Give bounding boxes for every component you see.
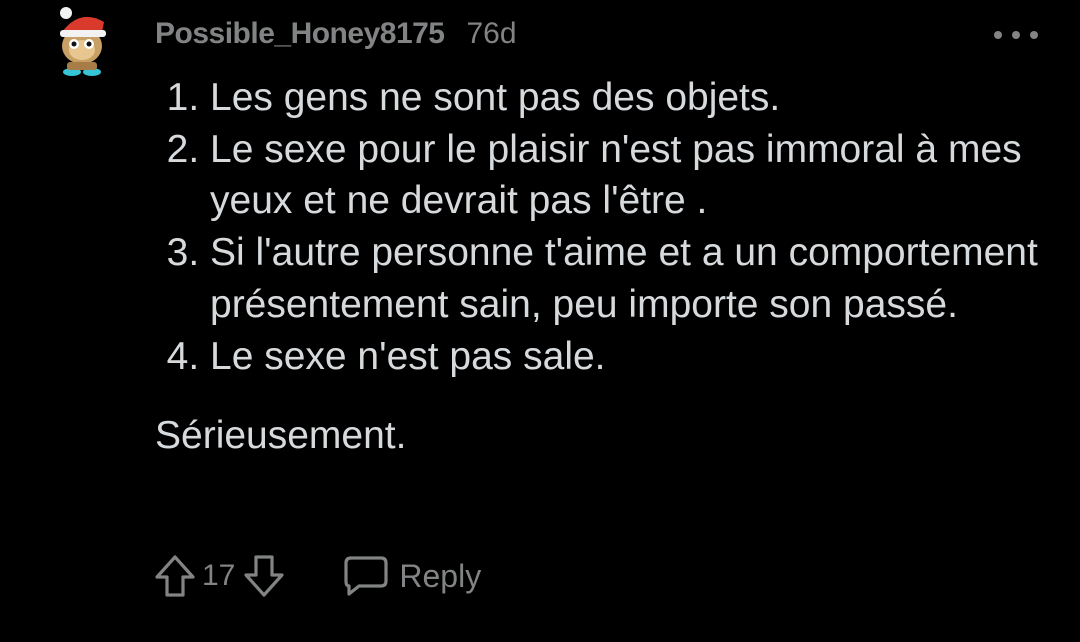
comment-body: Les gens ne sont pas des objets. Le sexe… <box>155 72 1055 462</box>
more-options-icon[interactable] <box>994 20 1038 50</box>
speech-bubble-icon <box>344 556 388 596</box>
username[interactable]: Possible_Honey8175 <box>155 17 445 51</box>
user-avatar[interactable] <box>50 4 118 80</box>
comment: Possible_Honey8175 76d Les gens ne sont … <box>0 0 1080 642</box>
downvote-arrow-icon <box>244 555 284 597</box>
reply-button[interactable]: Reply <box>343 554 481 598</box>
comment-actions: 17 Reply <box>152 548 481 604</box>
numbered-list: Les gens ne sont pas des objets. Le sexe… <box>155 72 1055 382</box>
more-dot <box>1012 31 1020 39</box>
upvote-arrow-icon <box>155 555 195 597</box>
list-item: Le sexe pour le plaisir n'est pas immora… <box>210 124 1055 227</box>
snoo-avatar-icon <box>60 7 106 76</box>
list-item: Le sexe n'est pas sale. <box>210 331 1055 383</box>
reply-label: Reply <box>399 557 482 594</box>
more-dot <box>994 31 1002 39</box>
list-item: Les gens ne sont pas des objets. <box>210 72 1055 124</box>
list-item: Si l'autre personne t'aime et a un compo… <box>210 227 1055 330</box>
vote-score: 17 <box>202 559 236 592</box>
upvote-button[interactable] <box>152 551 198 601</box>
comment-header: Possible_Honey8175 76d <box>155 14 517 54</box>
more-dot <box>1030 31 1038 39</box>
downvote-button[interactable] <box>241 551 287 601</box>
comment-age: 76d <box>466 17 517 50</box>
closing-text: Sérieusement. <box>155 414 407 458</box>
